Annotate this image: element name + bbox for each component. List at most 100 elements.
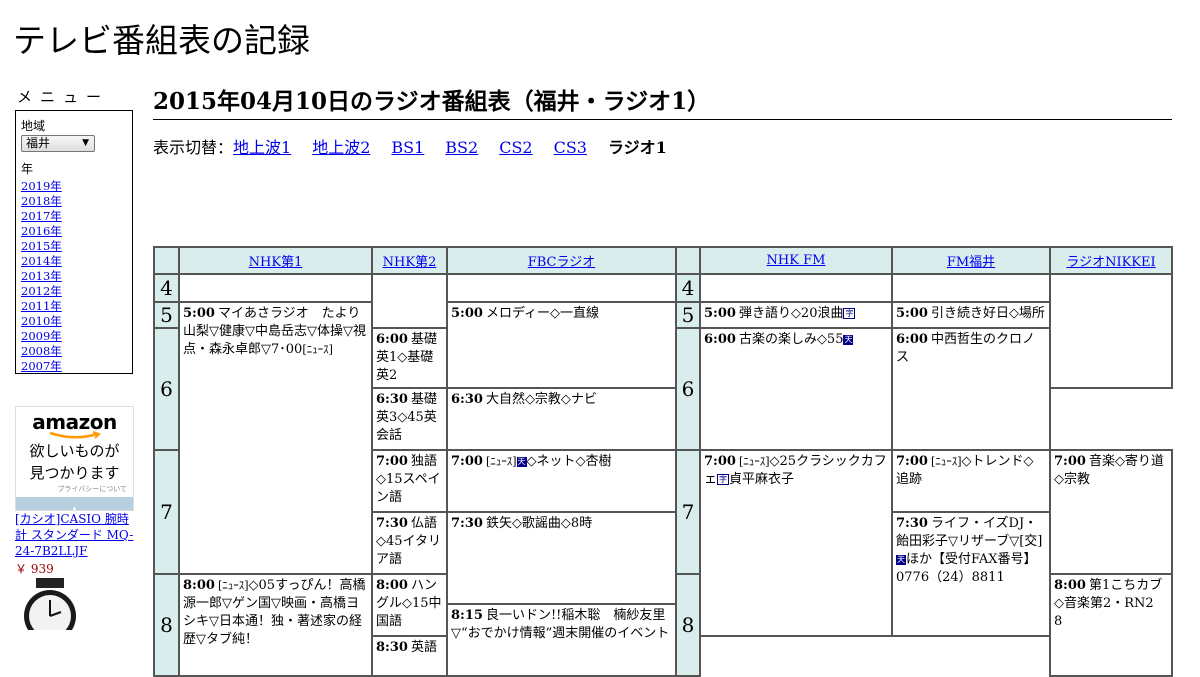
program-cell[interactable]: 5:00 引き続き好日◇場所 (891, 301, 1051, 329)
channel-link-nikkei[interactable]: ラジオNIKKEI (1066, 255, 1155, 270)
ad-collapse-bar[interactable]: ▲ (16, 497, 133, 510)
weather-mark-icon: 天 (516, 457, 527, 467)
news-tag: [ﾆｭｰｽ] (738, 455, 770, 468)
program-cell[interactable]: 7:00 [ﾆｭｰｽ]天◇ネット◇杏樹 (446, 449, 677, 513)
program-cell[interactable]: 7:00 音楽◇寄り道◇宗教 (1049, 449, 1173, 575)
ad-tagline-line1: 欲しいものが (29, 442, 120, 460)
amazon-ad-banner[interactable]: amazon 欲しいものが 見つかります プライバシーについて ▲ (15, 406, 134, 511)
year-label: 年 (21, 162, 34, 176)
year-link-2011[interactable]: 2011年 (21, 299, 62, 313)
switcher-label: 表示切替： (153, 138, 234, 157)
program-time: 7:00 (1054, 454, 1086, 469)
program-time: 5:00 (451, 306, 483, 321)
channel-header-nhkfm: NHK FM (699, 246, 893, 275)
region-label: 地域 (21, 119, 46, 133)
channel-header-nhk1: NHK第1 (178, 246, 373, 275)
program-time: 8:30 (376, 640, 408, 655)
ad-privacy-link[interactable]: プライバシーについて (16, 484, 133, 494)
program-title: 弾き語り◇20浪曲 (738, 306, 844, 321)
switch-link-bs2[interactable]: BS2 (445, 138, 478, 157)
program-time: 6:00 (376, 332, 408, 347)
program-title: 鉄矢◇歌謡曲◇8時 (485, 516, 593, 531)
channel-link-fmfukui[interactable]: FM福井 (947, 255, 995, 270)
program-cell[interactable]: 8:00 第1こちカブ◇音楽第2・RN2 8 (1049, 573, 1173, 677)
subtitle-mark-icon: 字 (843, 308, 856, 319)
hour-cell-5: 5 (153, 301, 180, 329)
program-time: 8:00 (183, 578, 215, 593)
program-cell[interactable]: 8:15 良一いドン!!稲木聡 楠紗友里▽“おでかけ情報”週末開催のイベント (446, 603, 677, 677)
program-cell-empty (1049, 273, 1173, 389)
hour-cell-7: 7 (153, 449, 180, 575)
ad-tagline-line2: 見つかります (29, 464, 120, 482)
program-cell[interactable]: 7:30 仏語◇45イタリア語 (371, 511, 448, 575)
program-time: 7:30 (376, 516, 408, 531)
program-cell[interactable]: 8:00 [ﾆｭｰｽ]◇05すっぴん！高橋源一郎▽ゲン国▽映画・高橋ヨシキ▽日本通… (178, 573, 373, 677)
channel-link-fbc[interactable]: FBCラジオ (528, 255, 596, 270)
menu-panel: 地域 福井 ▼ 年 2019年 2018年 2017年 2016年 2015年 … (15, 110, 133, 374)
program-time: 7:00 (376, 454, 408, 469)
program-cell[interactable]: 6:00 基礎英1◇基礎英2 (371, 327, 448, 389)
switch-link-chijou2[interactable]: 地上波2 (312, 138, 370, 157)
watch-product-image[interactable] (18, 578, 84, 630)
year-link-2008[interactable]: 2008年 (21, 344, 62, 358)
program-cell-empty (446, 273, 677, 303)
program-time: 7:30 (896, 516, 928, 531)
channel-link-nhk2[interactable]: NHK第2 (383, 255, 437, 270)
year-link-2014[interactable]: 2014年 (21, 254, 62, 268)
year-link-2012[interactable]: 2012年 (21, 284, 62, 298)
switch-link-cs2[interactable]: CS2 (499, 138, 532, 157)
program-time: 6:00 (896, 332, 928, 347)
program-cell[interactable]: 6:30 大自然◇宗教◇ナビ (446, 387, 677, 451)
program-cell[interactable]: 7:00 [ﾆｭｰｽ]◇トレンド◇追跡 (891, 449, 1051, 513)
program-title: ◇ネット◇杏樹 (526, 454, 612, 469)
weather-mark-icon: 天 (843, 335, 854, 345)
switch-link-chijou1[interactable]: 地上波1 (233, 138, 291, 157)
program-time: 7:30 (451, 516, 483, 531)
year-link-2015[interactable]: 2015年 (21, 239, 62, 253)
program-cell[interactable]: 6:30 基礎英3◇45英会話 (371, 387, 448, 451)
switch-link-cs3[interactable]: CS3 (554, 138, 587, 157)
program-title-cont: 貞平麻衣子 (729, 472, 795, 487)
product-link[interactable]: [カシオ]CASIO 腕時計 スタンダード MQ-24-7B2LLJF (15, 511, 140, 559)
channel-link-nhkfm[interactable]: NHK FM (767, 253, 826, 268)
switch-link-bs1[interactable]: BS1 (391, 138, 424, 157)
program-cell[interactable]: 5:00 弾き語り◇20浪曲字 (699, 301, 893, 329)
program-time: 8:00 (376, 578, 408, 593)
hour-cell-8-right: 8 (675, 573, 701, 677)
region-select[interactable]: 福井 ▼ (21, 135, 95, 152)
program-title: 古楽の楽しみ◇55 (738, 332, 844, 347)
program-cell-empty (699, 273, 893, 303)
program-cell[interactable]: 8:00 ハングル◇15中国語 (371, 573, 448, 637)
year-link-2017[interactable]: 2017年 (21, 209, 62, 223)
amazon-logo: amazon (32, 410, 117, 434)
weather-mark-icon: 天 (896, 555, 906, 565)
program-time: 8:15 (451, 608, 483, 623)
program-cell-empty (178, 273, 373, 303)
product-price: ￥ 939 (15, 562, 54, 576)
year-link-2009[interactable]: 2009年 (21, 329, 62, 343)
year-link-2007[interactable]: 2007年 (21, 359, 62, 373)
program-time: 5:00 (183, 306, 215, 321)
channel-link-nhk1[interactable]: NHK第1 (249, 255, 303, 270)
region-select-value: 福井 (26, 136, 51, 150)
program-title: 良一いドン!!稲木聡 楠紗友里▽“おでかけ情報”週末開催のイベント (451, 608, 670, 641)
program-cell[interactable]: 5:00 マイあさラジオ たより山梨▽健康▽中島岳志▽体操▽視点・森永卓郎▽7･0… (178, 301, 373, 575)
program-cell[interactable]: 7:30 鉄矢◇歌謡曲◇8時 (446, 511, 677, 605)
program-cell[interactable]: 5:00 メロディー◇一直線 (446, 301, 677, 389)
year-link-2019[interactable]: 2019年 (21, 179, 62, 193)
year-link-2018[interactable]: 2018年 (21, 194, 62, 208)
program-cell[interactable]: 6:00 中西哲生のクロノス (891, 327, 1051, 451)
program-cell[interactable]: 8:30 英語 (371, 635, 448, 677)
year-link-2013[interactable]: 2013年 (21, 269, 62, 283)
channel-header-nhk2: NHK第2 (371, 246, 448, 275)
news-tag: [ﾆｭｰｽ] (302, 343, 333, 356)
program-cell[interactable]: 7:30 ライフ・イズDJ・飴田彩子▽リザーブ▽[交]天ほか【受付FAX番号】07… (891, 511, 1051, 637)
program-cell[interactable]: 7:00 独語◇15スペイン語 (371, 449, 448, 513)
program-cell[interactable]: 6:00 古楽の楽しみ◇55天 (699, 327, 893, 451)
year-link-2010[interactable]: 2010年 (21, 314, 62, 328)
program-cell[interactable]: 7:00 [ﾆｭｰｽ]◇25クラシックカフェ字貞平麻衣子 (699, 449, 893, 637)
program-title-cont: ほか【受付FAX番号】0776（24）8811 (896, 552, 1037, 585)
channel-header-fmfukui: FM福井 (891, 246, 1051, 275)
year-link-2016[interactable]: 2016年 (21, 224, 62, 238)
year-list: 2019年 2018年 2017年 2016年 2015年 2014年 2013… (21, 179, 127, 374)
